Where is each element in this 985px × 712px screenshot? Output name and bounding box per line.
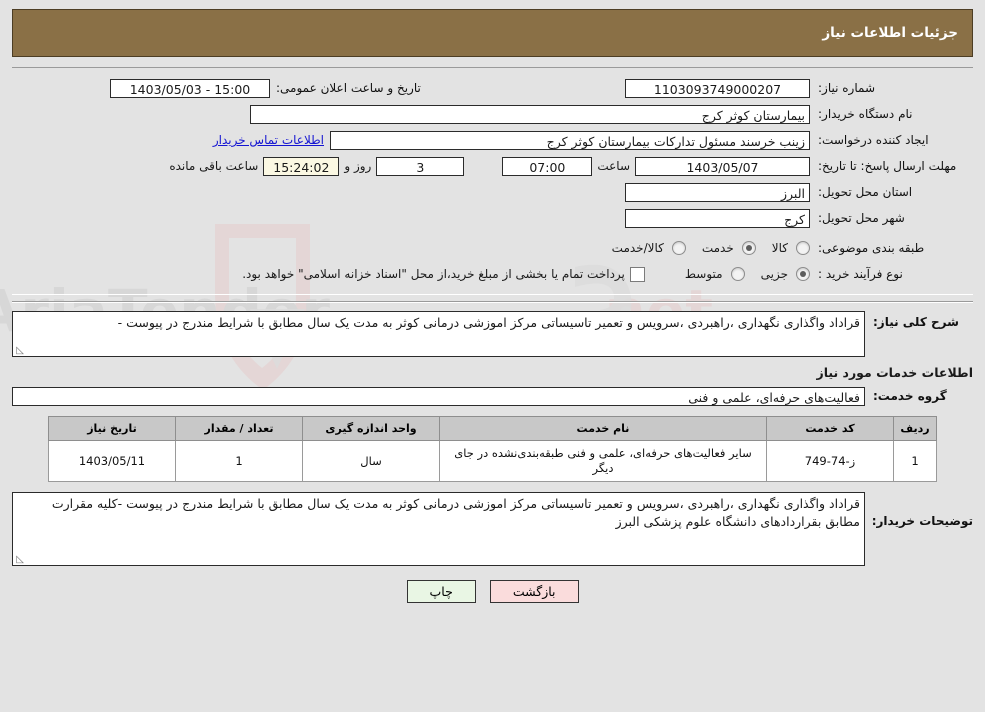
row-general-desc: شرح کلی نیاز: قراداد واگذاری نگهداری ،را…	[12, 311, 973, 357]
th-date: تاریخ نیاز	[48, 416, 176, 441]
public-announce-value: 15:00 - 1403/05/03	[110, 78, 270, 98]
cell-unit: سال	[302, 440, 440, 482]
radio-jozei-label: جزیی	[760, 267, 788, 281]
need-number-value: 1103093749000207	[625, 78, 810, 98]
purchase-type-radio-group[interactable]: جزیی متوسط	[675, 267, 810, 281]
radio-jozei[interactable]	[796, 267, 810, 281]
buyer-notes-textarea[interactable]: قراداد واگذاری نگهداری ،راهبردی ،سرویس و…	[12, 492, 865, 566]
divider-1	[12, 301, 973, 303]
print-button[interactable]: چاپ	[406, 580, 476, 603]
radio-kala[interactable]	[796, 241, 810, 255]
cell-quantity: 1	[175, 440, 303, 482]
th-code: کد خدمت	[766, 416, 894, 441]
back-button[interactable]: بازگشت	[489, 580, 579, 603]
th-unit: واحد اندازه گیری	[302, 416, 440, 441]
deadline-date: 1403/05/07	[635, 156, 810, 176]
delivery-city-value: کرج	[625, 208, 810, 228]
resize-grip-icon-2[interactable]: ◺	[15, 555, 24, 565]
cell-need-date: 1403/05/11	[48, 440, 176, 482]
cell-name: سایر فعالیت‌های حرفه‌ای، علمی و فنی طبقه…	[439, 440, 767, 482]
general-desc-label: شرح کلی نیاز:	[873, 315, 959, 329]
deadline-time: 07:00	[502, 156, 593, 176]
delivery-city-label: شهر محل تحویل:	[818, 211, 905, 225]
row-request-creator: ایجاد کننده درخواست: زینب خرسند مسئول تد…	[12, 128, 973, 152]
radio-kala-khedmat[interactable]	[671, 241, 686, 255]
remaining-clock-label: ساعت باقی مانده	[169, 159, 259, 173]
services-table-wrapper: ردیف کد خدمت نام خدمت واحد اندازه گیری ت…	[48, 416, 937, 482]
row-deadline: مهلت ارسال پاسخ: تا تاریخ: 1403/05/07 سا…	[12, 154, 973, 178]
buyer-notes-value: قراداد واگذاری نگهداری ،راهبردی ،سرویس و…	[51, 496, 860, 529]
cell-index: 1	[893, 440, 937, 482]
resize-grip-icon[interactable]: ◺	[15, 346, 24, 356]
row-subject-class: طبقه بندی موضوعی: کالا خدمت کالا/خدمت	[12, 236, 973, 260]
th-quantity: تعداد / مقدار	[175, 416, 303, 441]
purchase-type-label: نوع فرآیند خرید :	[818, 267, 903, 281]
radio-kala-label: کالا	[771, 241, 788, 255]
request-creator-label: ایجاد کننده درخواست:	[818, 133, 929, 147]
services-table: ردیف کد خدمت نام خدمت واحد اندازه گیری ت…	[48, 416, 937, 482]
public-announce-label: تاریخ و ساعت اعلان عمومی:	[276, 81, 421, 95]
deadline-time-label: ساعت	[597, 159, 630, 173]
service-group-label: گروه خدمت:	[873, 389, 947, 403]
general-desc-textarea[interactable]: قراداد واگذاری نگهداری ،راهبردی ،سرویس و…	[12, 311, 865, 357]
subject-class-label: طبقه بندی موضوعی:	[818, 241, 925, 255]
cell-code: ز-74-749	[766, 440, 894, 482]
row-buyer-notes: توضیحات خریدار: قراداد واگذاری نگهداری ،…	[12, 492, 973, 566]
row-purchase-type: نوع فرآیند خرید : جزیی متوسط پرداخت تمام…	[12, 262, 973, 286]
general-desc-value: قراداد واگذاری نگهداری ،راهبردی ،سرویس و…	[117, 315, 860, 330]
action-buttons: بازگشت چاپ	[0, 580, 985, 603]
buyer-contact-link[interactable]: اطلاعات تماس خریدار	[207, 133, 330, 147]
radio-kala-khedmat-label: کالا/خدمت	[611, 241, 664, 255]
request-creator-value: زینب خرسند مسئول تدارکات بیمارستان کوثر …	[330, 130, 810, 150]
remaining-clock: 15:24:02	[263, 156, 340, 176]
row-need-number: شماره نیاز: 1103093749000207 تاریخ و ساع…	[12, 76, 973, 100]
th-name: نام خدمت	[439, 416, 767, 441]
radio-motevaset-label: متوسط	[684, 267, 723, 281]
deadline-label: مهلت ارسال پاسخ: تا تاریخ:	[818, 159, 957, 173]
subject-class-radio-group[interactable]: کالا خدمت کالا/خدمت	[602, 241, 810, 255]
remaining-days-label: روز و	[344, 159, 372, 173]
treasury-checkbox[interactable]	[629, 266, 645, 282]
row-buyer-org: نام دستگاه خریدار: بیمارستان کوثر کرج	[12, 102, 973, 126]
radio-motevaset[interactable]	[730, 267, 745, 281]
row-delivery-province: استان محل تحویل: البرز	[12, 180, 973, 204]
delivery-province-value: البرز	[625, 182, 810, 202]
service-group-value: فعالیت‌های حرفه‌ای، علمی و فنی	[12, 386, 865, 406]
page-title: جزئیات اطلاعات نیاز	[822, 25, 958, 41]
table-row: 1 ز-74-749 سایر فعالیت‌های حرفه‌ای، علمی…	[48, 440, 937, 482]
table-header-row: ردیف کد خدمت نام خدمت واحد اندازه گیری ت…	[48, 416, 937, 441]
services-section-title: اطلاعات خدمات مورد نیاز	[816, 365, 974, 380]
remaining-days: 3	[376, 156, 465, 176]
row-delivery-city: شهر محل تحویل: کرج	[12, 206, 973, 230]
treasury-note: پرداخت تمام یا بخشی از مبلغ خرید،از محل …	[242, 267, 625, 281]
row-service-group: گروه خدمت: فعالیت‌های حرفه‌ای، علمی و فن…	[12, 384, 973, 408]
radio-khedmat-label: خدمت	[701, 241, 734, 255]
delivery-province-label: استان محل تحویل:	[818, 185, 913, 199]
buyer-notes-label: توضیحات خریدار:	[871, 514, 973, 528]
radio-khedmat[interactable]	[741, 241, 756, 255]
buyer-org-value: بیمارستان کوثر کرج	[250, 104, 810, 124]
buyer-org-label: نام دستگاه خریدار:	[818, 107, 913, 121]
need-number-label: شماره نیاز:	[818, 81, 875, 95]
th-index: ردیف	[893, 416, 937, 441]
need-info-panel: شماره نیاز: 1103093749000207 تاریخ و ساع…	[12, 67, 973, 295]
page-header: جزئیات اطلاعات نیاز	[12, 9, 973, 57]
